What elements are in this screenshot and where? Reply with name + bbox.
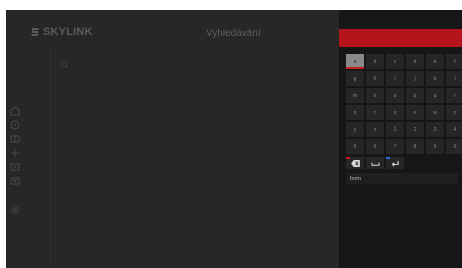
keyboard-key[interactable]: v [406,105,424,120]
keyboard-key[interactable]: q [426,88,444,103]
search-keyboard-panel: abcdef ghijkl mnopqr stuvwx yz1234 567890 for… [339,10,462,268]
keyboard-key[interactable]: y [346,122,364,137]
keyboard-key[interactable]: i [386,71,404,86]
keyboard-key[interactable]: 6 [366,139,384,154]
skylink-logo-icon [31,28,39,36]
keyboard-key[interactable]: b [366,54,384,69]
space-icon [370,162,380,166]
settings-icon[interactable] [10,205,20,215]
tv-screen: SKYLINK Vyhledávání abc d e f g h i j k … [6,10,462,268]
keyboard-key[interactable]: 5 [346,139,364,154]
keyboard-key[interactable]: t [366,105,384,120]
brand-logo: SKYLINK [30,26,93,38]
keyboard-key[interactable]: m [346,88,364,103]
keyboard-function-row [346,157,404,169]
keyboard-key[interactable]: g [346,71,364,86]
keyboard-key[interactable]: k [426,71,444,86]
keyboard-key[interactable]: d [406,54,424,69]
keyboard-key[interactable]: o [386,88,404,103]
keyboard-key[interactable]: 2 [406,122,424,137]
keyboard-key[interactable]: s [346,105,364,120]
backspace-icon [350,159,360,167]
red-button-indicator [346,157,350,159]
on-screen-keyboard: abcdef ghijkl mnopqr stuvwx yz1234 567890 [346,54,462,154]
keyboard-key[interactable]: n [366,88,384,103]
brand-name: SKYLINK [43,26,93,38]
page-title: Vyhledávání [206,28,261,39]
search-banner [339,29,462,47]
backspace-key[interactable] [346,157,364,169]
keyboard-key[interactable]: 0 [446,139,462,154]
keyboard-key[interactable]: e [426,54,444,69]
keyboard-key[interactable]: z [366,122,384,137]
book-icon[interactable] [10,134,20,144]
keyboard-key[interactable]: 8 [406,139,424,154]
keyboard-key[interactable]: 7 [386,139,404,154]
keyboard-key[interactable]: 9 [426,139,444,154]
keyboard-key[interactable]: l [446,71,462,86]
blue-button-indicator [386,157,390,159]
keyboard-key[interactable]: h [366,71,384,86]
keyboard-key[interactable]: x [446,105,462,120]
tv-icon[interactable] [10,162,20,172]
keyboard-key[interactable]: 3 [426,122,444,137]
space-key[interactable] [366,157,384,169]
enter-icon [391,160,399,166]
plus-icon[interactable] [10,148,20,158]
keyboard-key[interactable]: 1 [386,122,404,137]
keyboard-key[interactable]: w [426,105,444,120]
recording-icon[interactable] [10,176,20,186]
keyboard-key[interactable]: a [346,54,364,69]
keyboard-key[interactable]: f [446,54,462,69]
keyboard-key[interactable]: c [386,54,404,69]
side-navigation [6,48,51,268]
keyboard-key[interactable]: u [386,105,404,120]
search-icon [61,56,69,69]
keyboard-key[interactable]: 4 [446,122,462,137]
compass-icon[interactable] [10,120,20,130]
search-input[interactable]: form [346,173,458,184]
home-icon[interactable] [10,106,20,116]
keyboard-key[interactable]: j [406,71,424,86]
keyboard-key[interactable]: p [406,88,424,103]
enter-key[interactable] [386,157,404,169]
keyboard-key[interactable]: r [446,88,462,103]
